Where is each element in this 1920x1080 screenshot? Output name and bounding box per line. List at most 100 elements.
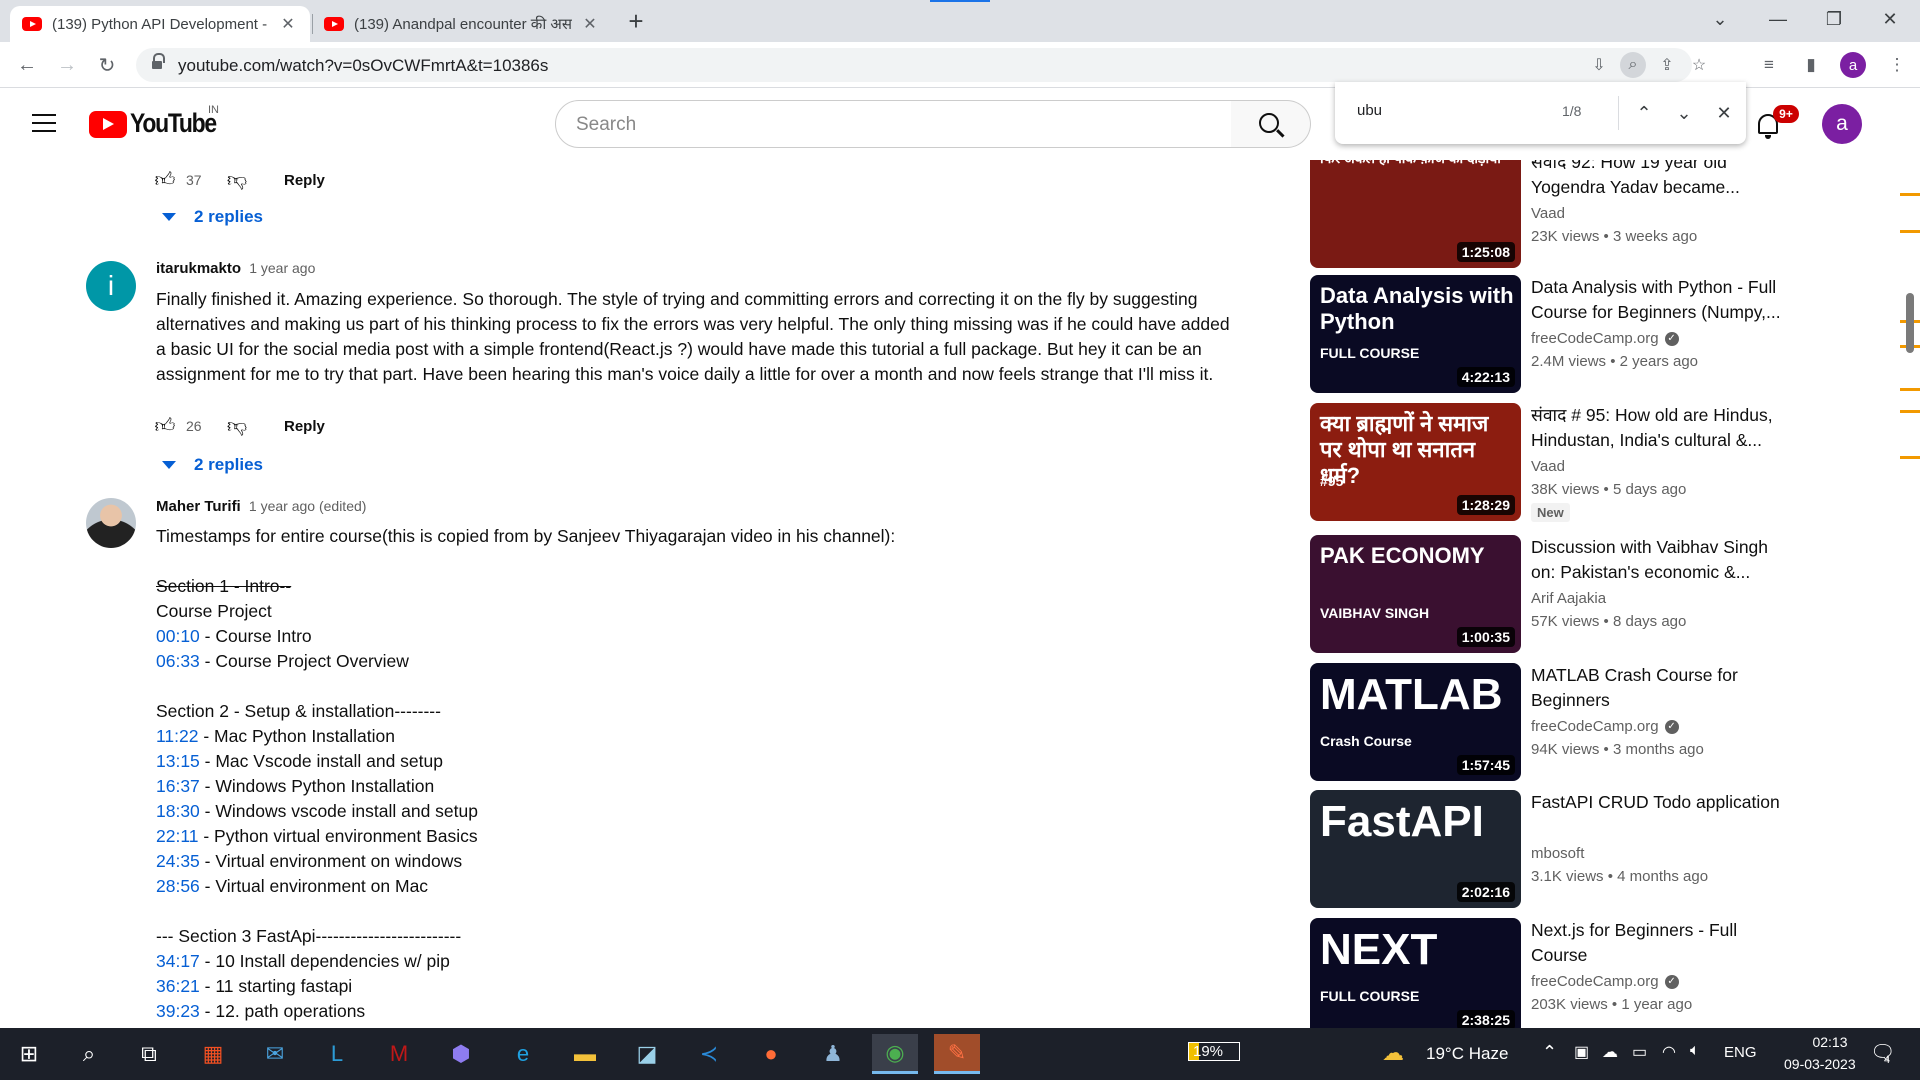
- next-match-icon[interactable]: ⌄: [1671, 100, 1697, 126]
- task-view-icon[interactable]: ⧉: [126, 1034, 172, 1074]
- comment-author[interactable]: Maher Turifi: [156, 498, 241, 515]
- video-thumbnail[interactable]: क्या ब्राह्मणों ने समाज पर थोपा था सनातन…: [1310, 403, 1521, 521]
- zoom-find-icon[interactable]: ⌕: [1620, 52, 1646, 78]
- video-thumbnail[interactable]: FastAPI 2:02:16: [1310, 790, 1521, 908]
- mail-icon[interactable]: ✉: [252, 1034, 298, 1074]
- url-text[interactable]: youtube.com/watch?v=0sOvCWFmrtA&t=10386s: [178, 56, 548, 76]
- bookmark-star-icon[interactable]: ☆: [1686, 52, 1712, 78]
- volume-icon[interactable]: 🔈︎: [1690, 1042, 1700, 1060]
- view-replies-button[interactable]: 2 replies: [162, 205, 263, 229]
- timestamp-link[interactable]: 06:33: [156, 651, 200, 671]
- close-window-button[interactable]: ✕: [1862, 0, 1918, 38]
- recommendation-card[interactable]: Data Analysis with Python FULL COURSE 4:22…: [1310, 275, 1810, 393]
- hamburger-menu-icon[interactable]: [32, 114, 56, 132]
- battery-icon[interactable]: ▭: [1632, 1042, 1647, 1062]
- close-tab-icon[interactable]: ✕: [278, 14, 298, 34]
- close-find-icon[interactable]: ✕: [1711, 100, 1737, 126]
- recommendation-card[interactable]: FastAPI 2:02:16 FastAPI CRUD Todo applicat…: [1310, 790, 1810, 908]
- scrollbar-thumb[interactable]: [1906, 293, 1914, 353]
- wifi-icon[interactable]: ◠: [1662, 1042, 1676, 1062]
- view-replies-button[interactable]: 2 replies: [162, 453, 263, 477]
- channel-name[interactable]: freeCodeCamp.org: [1531, 330, 1659, 347]
- recommendation-card[interactable]: फिर अकेले ही पाक फ़ौज को दौड़ाया 1:25:08 स…: [1310, 160, 1810, 268]
- timestamp-link[interactable]: 00:10: [156, 626, 200, 646]
- tab-search-icon[interactable]: ⌄: [1692, 0, 1748, 38]
- channel-name[interactable]: freeCodeCamp.org: [1531, 973, 1659, 990]
- account-avatar[interactable]: a: [1822, 104, 1862, 144]
- channel-name[interactable]: Vaad: [1531, 205, 1565, 222]
- reload-icon[interactable]: ↻: [92, 50, 122, 80]
- postman-icon[interactable]: ●: [748, 1034, 794, 1074]
- file-explorer-icon[interactable]: ▬: [562, 1034, 608, 1074]
- recommendation-card[interactable]: MATLAB Crash Course 1:57:45 MATLAB Crash Co…: [1310, 663, 1810, 781]
- video-title[interactable]: MATLAB Crash Course for Beginners: [1531, 663, 1793, 713]
- language-indicator[interactable]: ENG: [1724, 1044, 1757, 1061]
- youtube-logo-icon[interactable]: [89, 111, 127, 138]
- close-tab-icon[interactable]: ✕: [580, 14, 600, 34]
- youtube-wordmark[interactable]: YouTube: [130, 108, 217, 139]
- share-icon[interactable]: ⇪: [1654, 52, 1680, 78]
- tray-app-icon[interactable]: ▣: [1574, 1042, 1589, 1062]
- previous-match-icon[interactable]: ⌃: [1631, 100, 1657, 126]
- video-title[interactable]: Next.js for Beginners - Full Course: [1531, 918, 1793, 968]
- windows-start-icon[interactable]: ⊞: [6, 1034, 52, 1074]
- recommendation-card[interactable]: PAK ECONOMY VAIBHAV SINGH 1:00:35 Discussio…: [1310, 535, 1810, 653]
- recommendation-card[interactable]: NEXT FULL COURSE 2:38:25 Next.js for Beginn…: [1310, 918, 1810, 1028]
- address-bar[interactable]: youtube.com/watch?v=0sOvCWFmrtA&t=10386s…: [136, 48, 1706, 82]
- edge-icon[interactable]: e: [500, 1034, 546, 1074]
- dislike-icon[interactable]: 👎︎: [226, 415, 248, 437]
- weather-text[interactable]: 19°C Haze: [1426, 1044, 1508, 1064]
- dislike-icon[interactable]: 👎︎: [226, 169, 248, 191]
- weather-icon[interactable]: ☁: [1382, 1040, 1404, 1066]
- app-hexagon-icon[interactable]: ⬢: [438, 1034, 484, 1074]
- clock-date[interactable]: 09-03-2023: [1784, 1056, 1856, 1072]
- install-app-icon[interactable]: ⇩: [1586, 52, 1612, 78]
- video-thumbnail[interactable]: फिर अकेले ही पाक फ़ौज को दौड़ाया 1:25:08: [1310, 160, 1521, 268]
- channel-name[interactable]: Arif Aajakia: [1531, 590, 1606, 607]
- timestamp-link[interactable]: 24:35: [156, 851, 200, 871]
- menu-kebab-icon[interactable]: ⋮: [1884, 52, 1910, 78]
- mcafee-icon[interactable]: M: [376, 1034, 422, 1074]
- channel-name[interactable]: mbosoft: [1531, 845, 1584, 862]
- timestamp-link[interactable]: 28:56: [156, 876, 200, 896]
- recommendation-card[interactable]: क्या ब्राह्मणों ने समाज पर थोपा था सनातन…: [1310, 403, 1810, 522]
- reply-button[interactable]: Reply: [284, 418, 325, 435]
- comment-author[interactable]: itarukmakto: [156, 260, 241, 277]
- avatar[interactable]: [86, 498, 136, 548]
- store-icon[interactable]: ▦: [190, 1034, 236, 1074]
- forward-arrow-icon[interactable]: →: [52, 50, 82, 80]
- timestamp-link[interactable]: 39:23: [156, 1001, 200, 1021]
- vscode-icon[interactable]: ≺: [686, 1034, 732, 1074]
- app-l-icon[interactable]: L: [314, 1034, 360, 1074]
- app-notes-icon[interactable]: ◪: [624, 1034, 670, 1074]
- battery-indicator[interactable]: 19%: [1188, 1042, 1241, 1061]
- channel-name[interactable]: Vaad: [1531, 458, 1565, 475]
- video-title[interactable]: Data Analysis with Python - Full Course …: [1531, 275, 1793, 325]
- timestamp-link[interactable]: 13:15: [156, 751, 200, 771]
- video-thumbnail[interactable]: Data Analysis with Python FULL COURSE 4:22…: [1310, 275, 1521, 393]
- like-icon[interactable]: 👍︎: [154, 169, 176, 191]
- video-thumbnail[interactable]: MATLAB Crash Course 1:57:45: [1310, 663, 1521, 781]
- clock-time[interactable]: 02:13: [1790, 1034, 1870, 1050]
- comment-time[interactable]: 1 year ago: [249, 260, 315, 276]
- browser-tab[interactable]: (139) Anandpal encounter की अस ✕: [312, 6, 612, 42]
- media-controls-icon[interactable]: ≡: [1756, 52, 1782, 78]
- search-button[interactable]: [1231, 100, 1311, 148]
- lock-icon[interactable]: [152, 53, 165, 70]
- video-title[interactable]: संवाद # 95: How old are Hindus, Hindusta…: [1531, 403, 1793, 453]
- onedrive-icon[interactable]: ☁: [1602, 1042, 1618, 1062]
- chrome-icon[interactable]: ◉: [872, 1034, 918, 1074]
- minimize-button[interactable]: —: [1750, 0, 1806, 38]
- comment-time[interactable]: 1 year ago (edited): [249, 498, 367, 514]
- video-title[interactable]: संवाद 92: How 19 year old Yogendra Yadav…: [1531, 160, 1793, 200]
- video-thumbnail[interactable]: NEXT FULL COURSE 2:38:25: [1310, 918, 1521, 1028]
- like-icon[interactable]: 👍︎: [154, 415, 176, 437]
- new-tab-button[interactable]: +: [622, 8, 650, 36]
- channel-name[interactable]: freeCodeCamp.org: [1531, 718, 1659, 735]
- timestamp-link[interactable]: 18:30: [156, 801, 200, 821]
- side-panel-icon[interactable]: ▮: [1798, 52, 1824, 78]
- search-icon[interactable]: ⌕: [66, 1034, 112, 1074]
- search-input[interactable]: Search: [555, 100, 1232, 148]
- notification-center-icon[interactable]: 🗨︎: [1870, 1040, 1895, 1065]
- timestamp-link[interactable]: 16:37: [156, 776, 200, 796]
